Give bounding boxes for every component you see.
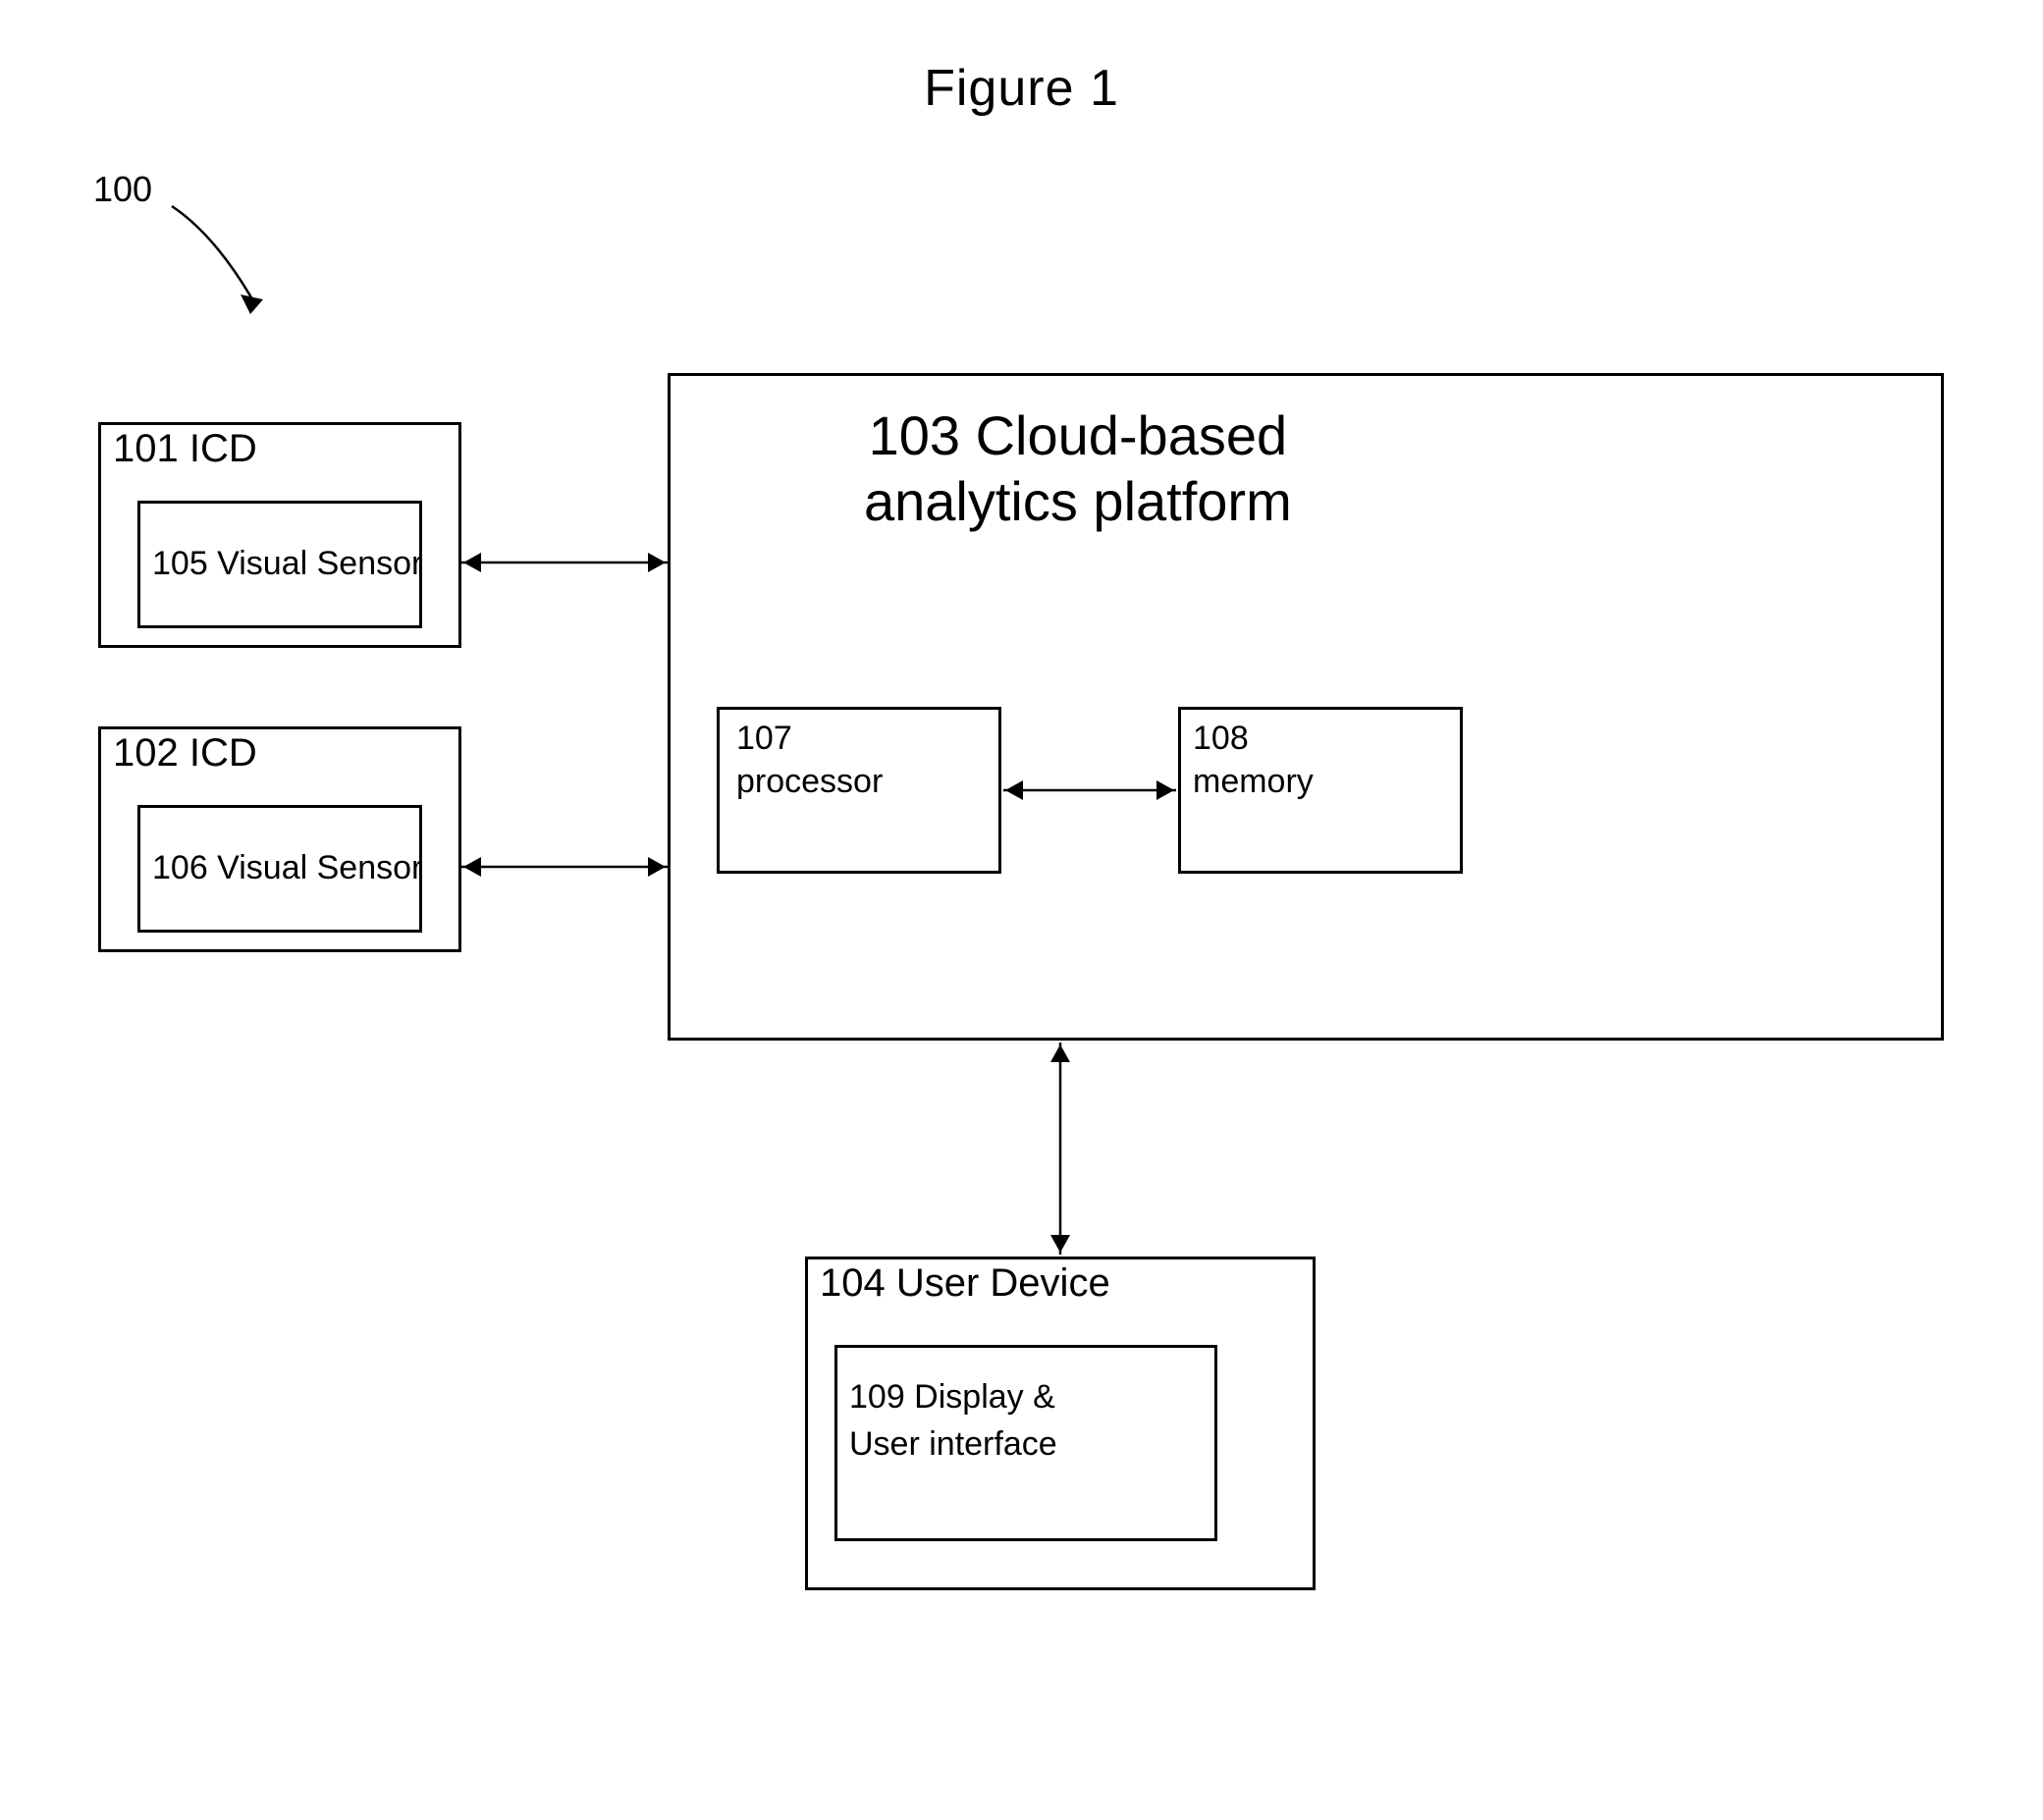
icd2-label: 102 ICD: [113, 731, 257, 776]
userdevice-label: 104 User Device: [820, 1261, 1110, 1306]
memory-label: 108 memory: [1193, 717, 1314, 803]
cloud-label: 103 Cloud-based analytics platform: [864, 402, 1292, 534]
display-label: 109 Display & User interface: [849, 1374, 1057, 1468]
icd1-label: 101 ICD: [113, 427, 257, 471]
processor-label: 107 processor: [736, 717, 883, 803]
sensor1-label: 105 Visual Sensor: [152, 545, 422, 583]
figure-title: Figure 1: [0, 0, 2043, 118]
svg-text:100: 100: [93, 169, 152, 209]
sensor2-label: 106 Visual Sensor: [152, 849, 422, 887]
